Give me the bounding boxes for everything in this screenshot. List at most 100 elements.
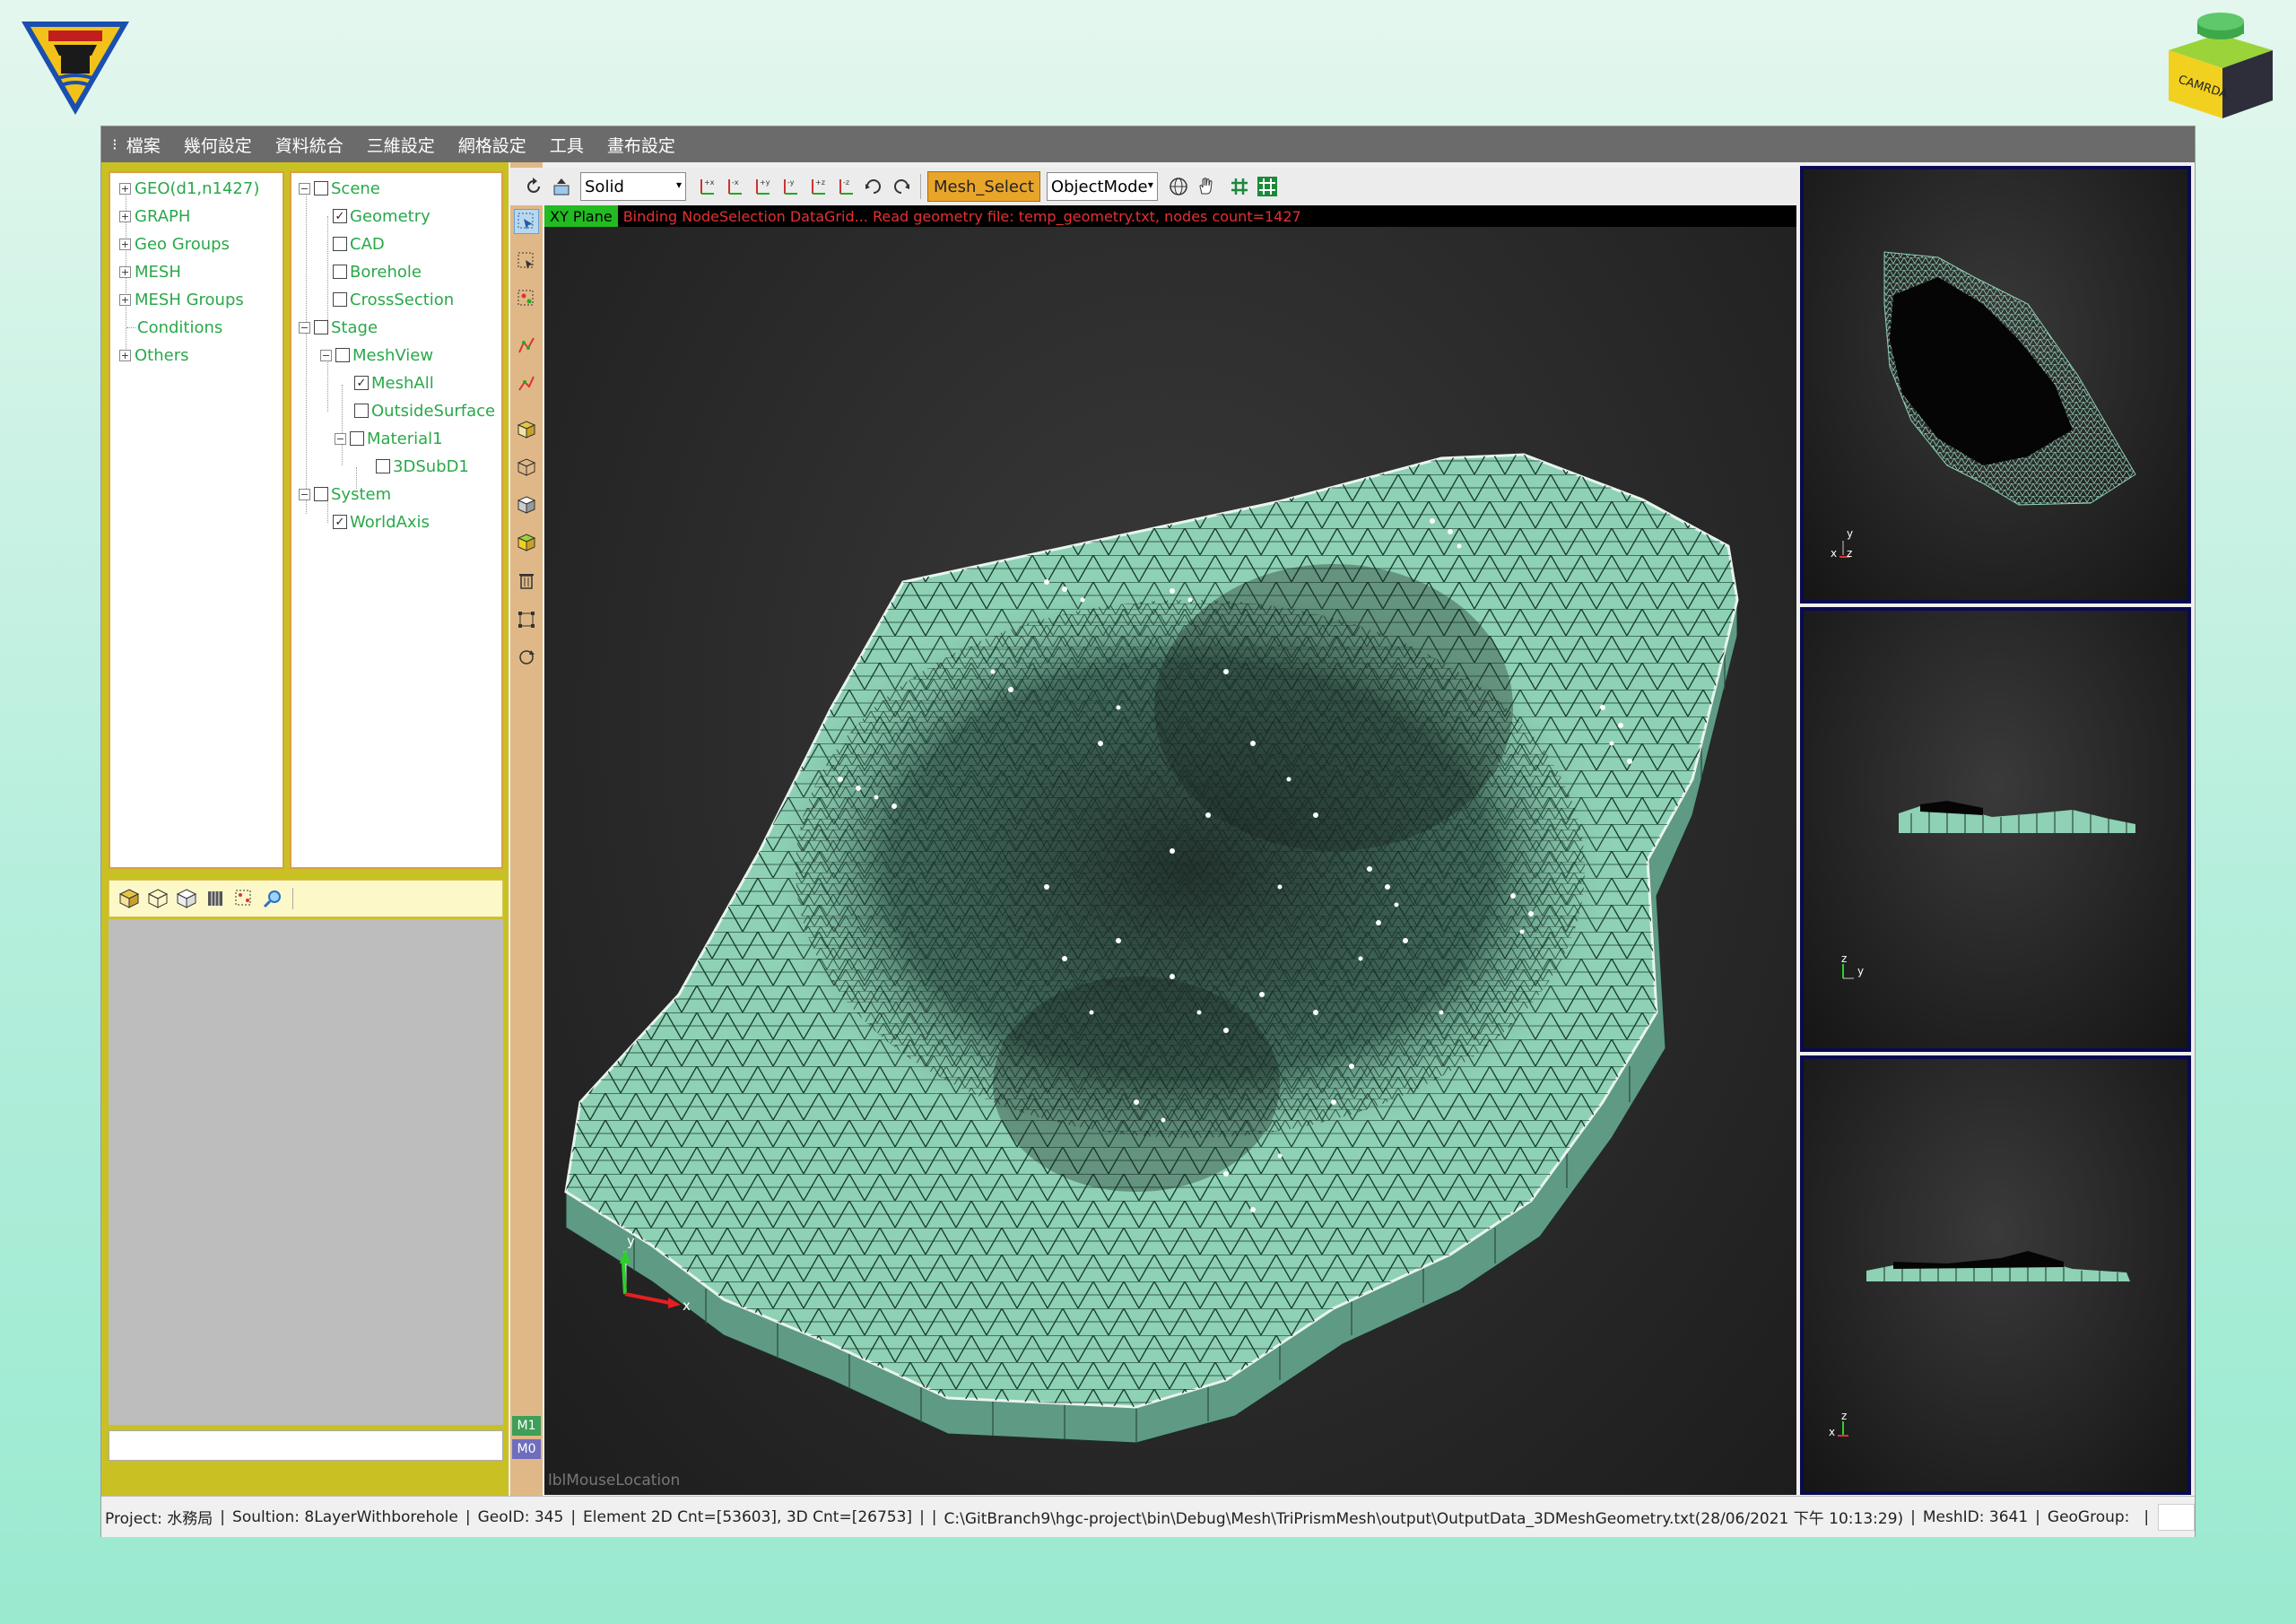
- tree-item-conditions[interactable]: Conditions: [137, 316, 222, 339]
- tree-item-stage[interactable]: − Stage: [299, 316, 378, 339]
- material1-checkbox[interactable]: [350, 431, 364, 446]
- worldaxis-checkbox[interactable]: ✓: [333, 515, 347, 529]
- collapse-icon[interactable]: −: [335, 432, 346, 445]
- object-mode-select[interactable]: ObjectMode ▾: [1046, 172, 1158, 201]
- 3dsubd1-checkbox[interactable]: [376, 459, 390, 473]
- expand-icon[interactable]: +: [119, 349, 131, 361]
- front-view-panel[interactable]: z x: [1800, 1055, 2191, 1495]
- tree-item-graph[interactable]: + GRAPH: [119, 204, 190, 228]
- top-view-axis-x: x: [1831, 547, 1837, 560]
- status-separator: |: [220, 1507, 226, 1526]
- refresh-icon[interactable]: [521, 174, 546, 199]
- cube-view-icon[interactable]: [514, 417, 539, 442]
- polyline-edit-icon[interactable]: [514, 370, 539, 395]
- pan-hand-icon[interactable]: [1194, 174, 1219, 199]
- collapse-icon[interactable]: −: [320, 349, 332, 361]
- m0-button[interactable]: M0: [512, 1439, 541, 1459]
- meshview-checkbox[interactable]: [335, 348, 350, 362]
- outsidesurface-checkbox[interactable]: [354, 404, 369, 418]
- borehole-checkbox[interactable]: [333, 265, 347, 279]
- expand-icon[interactable]: +: [119, 293, 131, 306]
- render-mode-select[interactable]: Solid ▾: [580, 172, 686, 201]
- select-nodes-icon[interactable]: [231, 886, 257, 911]
- rotate-cw-icon[interactable]: [861, 174, 886, 199]
- m1-button[interactable]: M1: [512, 1416, 541, 1436]
- main-3d-viewport[interactable]: XY Plane Binding NodeSelection DataGrid.…: [544, 205, 1796, 1495]
- tree-item-others[interactable]: + Others: [119, 343, 189, 367]
- menu-geometry-settings[interactable]: 幾何設定: [184, 133, 252, 157]
- expand-icon[interactable]: +: [119, 182, 131, 195]
- rotate-plus-z-icon[interactable]: +z: [805, 174, 831, 199]
- status-bar: Project: 水務局 | Soultion: 8LayerWithboreh…: [101, 1496, 2195, 1537]
- tree-item-crosssection[interactable]: CrossSection: [333, 288, 454, 311]
- menu-file[interactable]: 檔案: [126, 133, 161, 157]
- crosssection-checkbox[interactable]: [333, 292, 347, 307]
- tree-item-worldaxis[interactable]: ✓ WorldAxis: [333, 510, 430, 534]
- tree-item-cad[interactable]: CAD: [333, 232, 385, 256]
- cube-shaded-icon[interactable]: [514, 492, 539, 517]
- grid-icon[interactable]: [1227, 174, 1252, 199]
- geometry-checkbox[interactable]: ✓: [333, 209, 347, 223]
- system-checkbox[interactable]: [314, 487, 328, 501]
- menu-canvas-settings[interactable]: 畫布設定: [607, 133, 675, 157]
- tree-label: WorldAxis: [350, 512, 430, 532]
- top-view-panel[interactable]: x z y: [1800, 166, 2191, 604]
- tree-label: 3DSubD1: [393, 456, 469, 476]
- cube-solid-icon[interactable]: [117, 886, 142, 911]
- tree-item-geo[interactable]: + GEO(d1,n1427): [119, 177, 259, 200]
- rotate-plus-y-icon[interactable]: +y: [750, 174, 775, 199]
- collapse-icon[interactable]: −: [299, 488, 310, 500]
- search-icon[interactable]: [260, 886, 285, 911]
- stage-checkbox[interactable]: [314, 320, 328, 334]
- meshall-checkbox[interactable]: ✓: [354, 376, 369, 390]
- status-separator: |: [2035, 1507, 2040, 1526]
- tree-item-system[interactable]: − System: [299, 482, 391, 506]
- tree-item-borehole[interactable]: Borehole: [333, 260, 422, 283]
- tree-item-geo-groups[interactable]: + Geo Groups: [119, 232, 230, 256]
- import-icon[interactable]: [549, 174, 574, 199]
- rotate-plus-x-icon[interactable]: +x: [694, 174, 719, 199]
- tree-item-material1[interactable]: − Material1: [335, 427, 443, 450]
- geogroup-field[interactable]: [2158, 1503, 2195, 1531]
- rotate-minus-y-icon[interactable]: -y: [778, 174, 803, 199]
- expand-icon[interactable]: +: [119, 265, 131, 278]
- tree-item-meshall[interactable]: ✓ MeshAll: [354, 371, 434, 395]
- tree-item-3dsubd1[interactable]: 3DSubD1: [376, 455, 469, 478]
- mesh-select-button[interactable]: Mesh_Select: [927, 171, 1040, 202]
- side-view-panel[interactable]: z y: [1800, 607, 2191, 1052]
- menu-data-integration[interactable]: 資料統合: [275, 133, 344, 157]
- layers-icon[interactable]: [203, 886, 228, 911]
- scene-checkbox[interactable]: [314, 181, 328, 195]
- cube-color-icon[interactable]: [514, 530, 539, 555]
- collapse-icon[interactable]: −: [299, 182, 310, 195]
- tree-item-scene[interactable]: − Scene: [299, 177, 380, 200]
- menu-mesh-settings[interactable]: 網格設定: [458, 133, 526, 157]
- tree-item-meshview[interactable]: − MeshView: [320, 343, 433, 367]
- rotate-ccw-icon[interactable]: [889, 174, 914, 199]
- node-select-icon[interactable]: [514, 286, 539, 311]
- rotate-minus-z-icon[interactable]: -z: [833, 174, 858, 199]
- cube-wire-icon[interactable]: [145, 886, 170, 911]
- trash-icon[interactable]: [514, 568, 539, 593]
- cad-checkbox[interactable]: [333, 237, 347, 251]
- grid-fill-icon[interactable]: [1255, 174, 1280, 199]
- bounding-box-icon[interactable]: [514, 607, 539, 632]
- cube-wire-view-icon[interactable]: [514, 455, 539, 480]
- collapse-icon[interactable]: −: [299, 321, 310, 334]
- box-select-icon[interactable]: [514, 248, 539, 274]
- tree-item-mesh-groups[interactable]: + MESH Groups: [119, 288, 244, 311]
- left-input-field[interactable]: [109, 1430, 503, 1461]
- menu-tools[interactable]: 工具: [550, 133, 584, 157]
- rotate-minus-x-icon[interactable]: -x: [722, 174, 747, 199]
- cube-outline-icon[interactable]: [174, 886, 199, 911]
- tree-item-geometry[interactable]: ✓ Geometry: [333, 204, 430, 228]
- expand-icon[interactable]: +: [119, 238, 131, 250]
- sphere-mesh-icon[interactable]: [1166, 174, 1191, 199]
- tree-item-outsidesurface[interactable]: OutsideSurface: [354, 399, 495, 422]
- rotate-tool-icon[interactable]: [514, 645, 539, 670]
- expand-icon[interactable]: +: [119, 210, 131, 222]
- menu-3d-settings[interactable]: 三維設定: [367, 133, 435, 157]
- tree-item-mesh[interactable]: + MESH: [119, 260, 181, 283]
- polyline-tool-icon[interactable]: [514, 333, 539, 358]
- select-tool-icon[interactable]: [514, 209, 539, 234]
